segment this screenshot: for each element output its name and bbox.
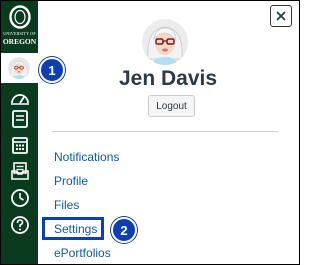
nav-item-help[interactable] [1, 212, 38, 238]
user-name: Jen Davis [118, 67, 218, 90]
close-icon [276, 11, 286, 21]
close-button[interactable] [270, 5, 292, 27]
callout-2: 2 [111, 217, 137, 243]
nav-item-inbox[interactable] [1, 158, 38, 184]
courses-icon [11, 110, 28, 128]
nav-item-courses[interactable] [1, 106, 38, 132]
divider [52, 131, 278, 132]
nav-item-account[interactable] [1, 53, 38, 83]
logo-line-2: OREGON [2, 37, 37, 46]
nav-item-history[interactable] [1, 185, 38, 211]
logo-line-1: UNIVERSITY OF [3, 31, 36, 36]
link-profile[interactable]: Profile [54, 174, 88, 188]
link-files[interactable]: Files [54, 198, 79, 212]
logout-button[interactable]: Logout [148, 95, 195, 117]
link-notifications[interactable]: Notifications [54, 150, 119, 164]
nav-item-calendar[interactable] [1, 132, 38, 158]
callout-1: 1 [39, 57, 65, 83]
settings-highlight-box [42, 217, 104, 240]
link-eportfolios[interactable]: ePortfolios [54, 246, 111, 260]
calendar-icon [11, 137, 28, 154]
account-avatar-icon [8, 57, 30, 79]
inbox-icon [10, 162, 29, 180]
university-logo[interactable]: UNIVERSITY OF OREGON [1, 1, 38, 53]
oregon-o-logo-icon [9, 5, 31, 29]
screenshot-frame: UNIVERSITY OF OREGON Jen Davis Logout No… [0, 0, 300, 265]
history-icon [10, 189, 29, 207]
dashboard-icon [10, 94, 29, 105]
help-icon [10, 216, 29, 234]
user-avatar [142, 19, 188, 65]
global-navigation: UNIVERSITY OF OREGON [1, 1, 38, 264]
